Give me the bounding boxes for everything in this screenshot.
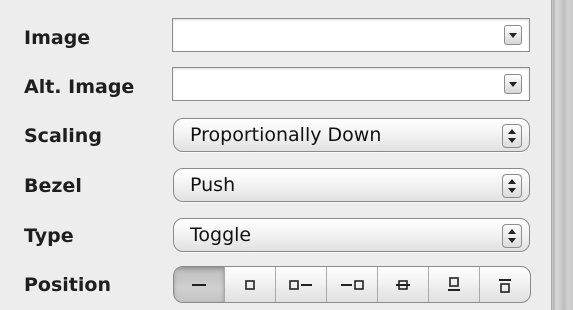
position-image-below[interactable] [428,267,479,302]
scaling-label: Scaling [24,125,102,147]
image-combobox[interactable] [172,18,530,52]
type-label: Type [24,225,74,247]
attributes-panel: Image Alt. Image Scaling Proportionally … [0,0,551,310]
position-image-right[interactable] [326,267,377,302]
window-edge-border [551,0,573,310]
bezel-label: Bezel [24,175,82,197]
updown-arrows-icon [502,224,522,248]
image-below-icon [448,276,460,291]
image-overlaps-icon [396,279,410,290]
updown-arrows-icon [502,174,522,198]
image-only-icon [245,279,255,290]
type-value: Toggle [190,224,252,246]
bezel-value: Push [190,174,236,196]
position-image-only[interactable] [224,267,275,302]
image-left-icon [289,279,312,290]
image-above-icon [499,278,511,293]
position-segmented-control[interactable] [173,266,531,303]
position-no-image[interactable] [174,267,224,302]
position-image-above[interactable] [479,267,530,302]
image-label: Image [24,27,91,49]
updown-arrows-icon [502,124,522,148]
chevron-down-icon[interactable] [504,25,522,45]
position-image-left[interactable] [275,267,326,302]
scaling-value: Proportionally Down [190,124,382,146]
alt-image-label: Alt. Image [24,76,135,98]
type-popup[interactable]: Toggle [173,218,530,252]
bezel-popup[interactable]: Push [173,168,530,202]
image-right-icon [341,279,364,290]
no-image-icon [192,283,206,286]
chevron-down-icon[interactable] [504,74,522,94]
alt-image-combobox[interactable] [172,67,530,101]
position-label: Position [24,274,111,296]
scaling-popup[interactable]: Proportionally Down [173,118,530,152]
position-image-overlaps[interactable] [377,267,428,302]
